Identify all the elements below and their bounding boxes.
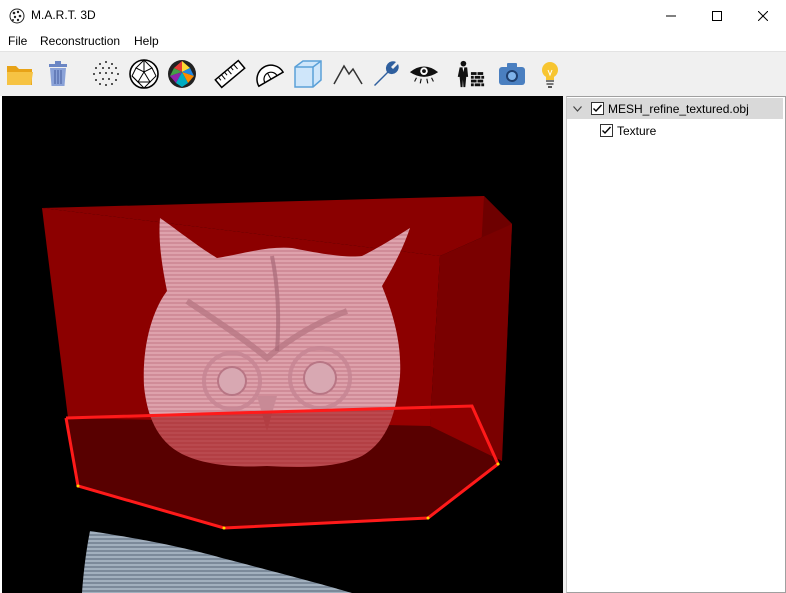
bounding-box-button[interactable]	[292, 58, 324, 90]
3d-viewport[interactable]	[2, 96, 563, 593]
tree-item-mesh[interactable]: MESH_refine_textured.obj	[567, 98, 783, 119]
checkmark-icon	[593, 104, 603, 113]
second-mesh	[82, 531, 352, 593]
worker-button[interactable]	[454, 58, 486, 90]
person-wall-icon	[457, 60, 485, 88]
wrench-icon	[374, 61, 399, 86]
delete-button[interactable]	[42, 58, 74, 90]
texture-visibility-checkbox[interactable]	[600, 124, 613, 137]
chevron-down-icon[interactable]	[573, 105, 582, 112]
maximize-icon	[712, 10, 722, 21]
menu-reconstruction[interactable]: Reconstruction	[40, 34, 120, 48]
minimize-button[interactable]	[648, 0, 694, 31]
screenshot-button[interactable]	[496, 58, 528, 90]
measure-angle-button[interactable]	[252, 58, 284, 90]
measure-distance-button[interactable]	[214, 58, 246, 90]
tree-item-texture[interactable]: Texture	[567, 120, 783, 141]
open-folder-button[interactable]	[4, 58, 36, 90]
scene-tree: MESH_refine_textured.obj Texture	[566, 96, 786, 593]
menu-file[interactable]: File	[8, 34, 27, 48]
protractor-icon	[256, 64, 284, 88]
menu-bar: File Reconstruction Help	[0, 31, 786, 51]
title-bar: M.A.R.T. 3D	[0, 0, 786, 31]
settings-button[interactable]	[370, 58, 402, 90]
colored-sphere-icon	[168, 60, 196, 88]
mountain-icon	[333, 64, 363, 85]
eye-icon	[409, 66, 439, 84]
mesh-visibility-checkbox[interactable]	[591, 102, 604, 115]
wireframe-sphere-icon	[129, 59, 159, 89]
lighting-button[interactable]	[534, 58, 566, 90]
lightbulb-icon	[542, 62, 558, 88]
camera-icon	[499, 63, 525, 85]
point-cloud-icon	[93, 61, 119, 86]
checkmark-icon	[602, 126, 612, 135]
visibility-button[interactable]	[408, 58, 440, 90]
tree-item-label: Texture	[617, 123, 657, 138]
minimize-icon	[666, 15, 676, 16]
window-title: M.A.R.T. 3D	[31, 8, 96, 22]
folder-open-icon	[7, 66, 33, 85]
wireframe-button[interactable]	[128, 58, 160, 90]
cube-icon	[294, 60, 322, 88]
app-logo-icon	[9, 8, 25, 24]
tree-item-label: MESH_refine_textured.obj	[608, 101, 749, 116]
toolbar	[0, 51, 786, 96]
point-cloud-button[interactable]	[90, 58, 122, 90]
textured-mesh-button[interactable]	[166, 58, 198, 90]
maximize-button[interactable]	[694, 0, 740, 31]
trash-icon	[49, 61, 67, 86]
close-icon	[758, 10, 768, 21]
ruler-icon	[214, 59, 246, 89]
close-button[interactable]	[740, 0, 786, 31]
terrain-button[interactable]	[332, 58, 364, 90]
scene-render	[42, 196, 512, 593]
menu-help[interactable]: Help	[134, 34, 159, 48]
